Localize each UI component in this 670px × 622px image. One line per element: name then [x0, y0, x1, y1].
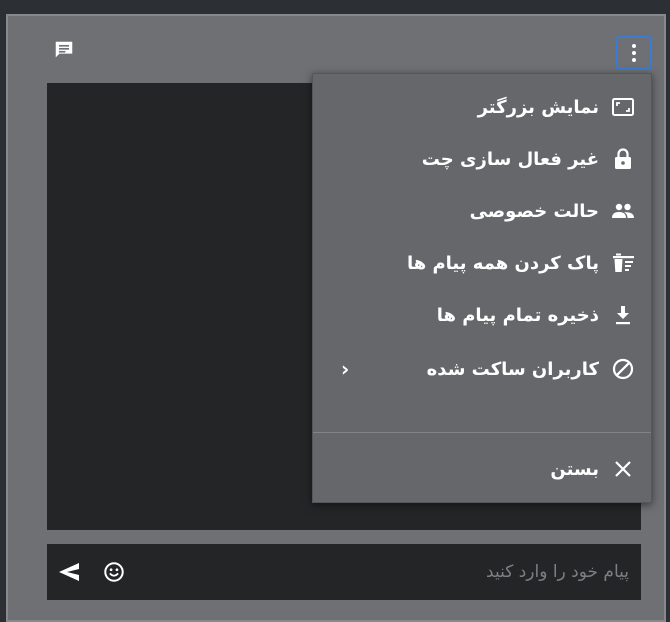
menu-item-label: کاربران ساکت شده: [426, 358, 599, 380]
menu-item-disable-chat[interactable]: غیر فعال سازی چت: [313, 133, 651, 185]
blocked-icon: [609, 355, 637, 383]
menu-divider: [313, 432, 651, 433]
chat-bubble-icon[interactable]: [44, 30, 84, 70]
menu-item-label: نمایش بزرگتر: [477, 96, 599, 118]
people-icon: [609, 197, 637, 225]
menu-item-label: ذخیره تمام پیام ها: [436, 304, 599, 326]
lock-icon: [609, 145, 637, 173]
menu-item-label: پاک کردن همه پیام ها: [406, 252, 599, 274]
emoji-icon: [104, 562, 124, 582]
message-input-bar: [47, 544, 641, 600]
menu-item-close[interactable]: بستن: [313, 443, 651, 495]
send-button[interactable]: [53, 558, 85, 586]
menu-item-fullscreen[interactable]: نمایش بزرگتر: [313, 81, 651, 133]
menu-item-private-mode[interactable]: حالت خصوصی: [313, 185, 651, 237]
options-dropdown-menu: نمایش بزرگتر غیر فعال سازی چت حالت خصوصی: [312, 73, 652, 503]
send-icon: [59, 563, 79, 581]
emoji-button[interactable]: [99, 558, 129, 586]
menu-item-label: غیر فعال سازی چت: [421, 148, 599, 170]
menu-item-label: بستن: [550, 458, 599, 480]
clear-all-icon: [609, 249, 637, 277]
message-input[interactable]: [157, 544, 633, 600]
download-icon: [609, 301, 637, 329]
expand-icon: [609, 93, 637, 121]
more-options-button[interactable]: [616, 36, 652, 70]
chevron-left-icon: ‹: [341, 357, 350, 381]
close-icon: [609, 455, 637, 483]
menu-item-label: حالت خصوصی: [469, 200, 599, 222]
menu-item-muted-users[interactable]: کاربران ساکت شده ‹: [313, 343, 651, 395]
kebab-icon: [632, 44, 636, 62]
menu-item-save-all[interactable]: ذخیره تمام پیام ها: [313, 289, 651, 341]
menu-item-clear-all[interactable]: پاک کردن همه پیام ها: [313, 237, 651, 289]
